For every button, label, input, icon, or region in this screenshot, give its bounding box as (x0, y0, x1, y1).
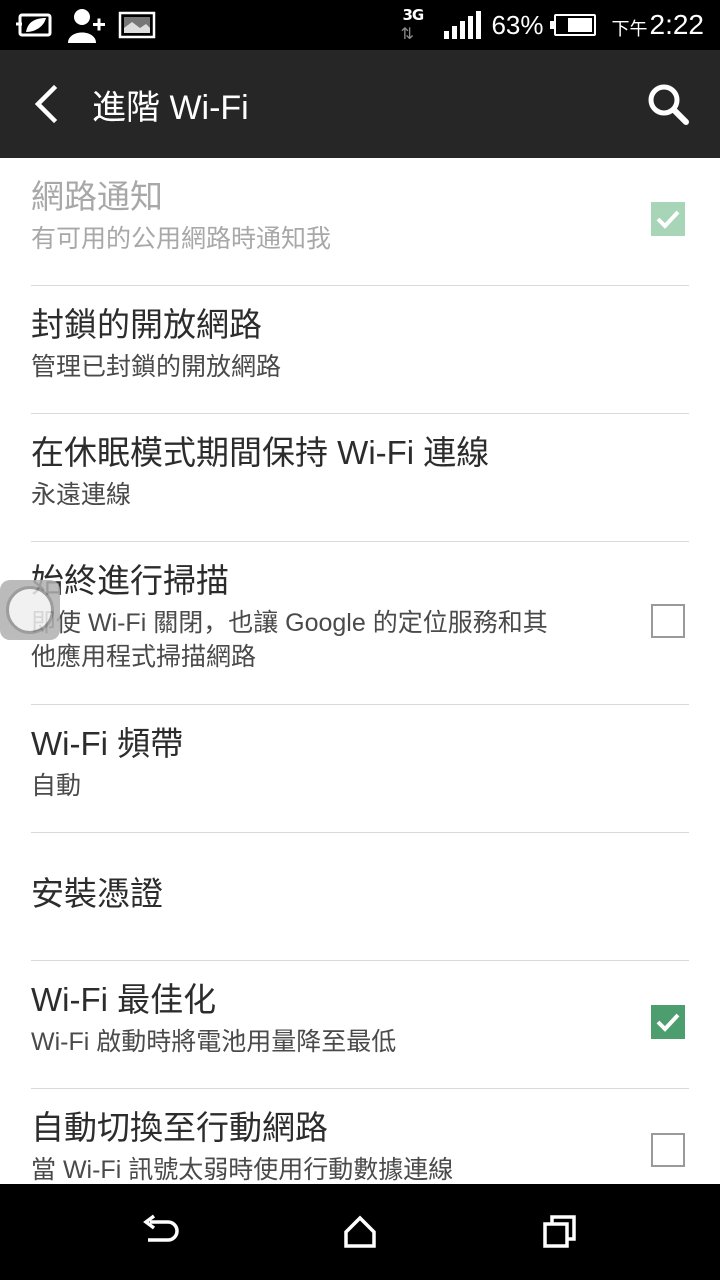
setting-keep-wifi-during-sleep[interactable]: 在休眠模式期間保持 Wi-Fi 連線 永遠連線 (31, 414, 689, 542)
setting-title: 自動切換至行動網路 (31, 1109, 328, 1146)
setting-subtitle: Wi-Fi 啟動時將電池用量降至最低 (31, 1027, 397, 1056)
home-icon[interactable] (340, 1212, 380, 1252)
network-notification-checkbox[interactable] (651, 202, 685, 236)
setting-wifi-band[interactable]: Wi-Fi 頻帶 自動 (31, 705, 689, 833)
time-ampm: 下午 (611, 19, 648, 40)
setting-subtitle: 管理已封鎖的開放網路 (31, 352, 282, 381)
system-status: 3G ⇅ 63% 下午 2:22 (400, 4, 704, 46)
settings-list: 網路通知 有可用的公用網路時通知我 封鎖的開放網路 管理已封鎖的開放網路 在休眠… (0, 158, 720, 1184)
checkmark-icon (656, 210, 680, 229)
setting-title: 在休眠模式期間保持 Wi-Fi 連線 (31, 434, 490, 471)
data-activity-icon: ⇅ (400, 24, 413, 43)
setting-title: Wi-Fi 最佳化 (31, 981, 217, 1018)
setting-title: 網路通知 (31, 178, 163, 215)
setting-subtitle: 自動 (31, 771, 82, 800)
search-icon[interactable] (646, 82, 690, 126)
setting-network-notification[interactable]: 網路通知 有可用的公用網路時通知我 (31, 158, 689, 286)
battery-icon (549, 14, 596, 36)
image-icon (118, 11, 156, 39)
leaf-card-icon (16, 13, 52, 37)
setting-install-certificates[interactable]: 安裝憑證 (31, 833, 689, 961)
setting-auto-switch-mobile[interactable]: 自動切換至行動網路 當 Wi-Fi 訊號太弱時使用行動數據連線 (31, 1089, 689, 1184)
setting-always-scanning[interactable]: 始終進行掃描 即使 Wi-Fi 關閉，也讓 Google 的定位服務和其 他應用… (31, 542, 689, 705)
setting-subtitle: 當 Wi-Fi 訊號太弱時使用行動數據連線 (31, 1155, 454, 1184)
setting-title: Wi-Fi 頻帶 (31, 725, 184, 762)
back-arrow-icon[interactable] (26, 84, 66, 124)
notification-icons (14, 8, 156, 43)
add-contact-icon (68, 9, 105, 43)
app-bar: 進階 Wi-Fi (0, 50, 720, 158)
setting-subtitle: 有可用的公用網路時通知我 (31, 224, 332, 253)
network-type: 3G (402, 6, 424, 24)
clock: 2:22 (649, 9, 705, 40)
navigation-bar (0, 1184, 720, 1280)
setting-wifi-optimization[interactable]: Wi-Fi 最佳化 Wi-Fi 啟動時將電池用量降至最低 (31, 961, 689, 1089)
setting-title: 始終進行掃描 (31, 562, 229, 599)
mobile-data-indicator: 3G ⇅ (400, 4, 434, 46)
status-bar: 3G ⇅ 63% 下午 2:22 (0, 0, 720, 50)
page-title: 進階 Wi-Fi (92, 89, 249, 127)
recent-apps-icon[interactable] (540, 1212, 580, 1252)
signal-strength-icon (444, 11, 482, 39)
auto-switch-mobile-checkbox[interactable] (651, 1133, 685, 1167)
setting-title: 封鎖的開放網路 (31, 306, 262, 343)
back-icon[interactable] (140, 1212, 180, 1252)
setting-subtitle-line2: 他應用程式掃描網路 (31, 642, 257, 671)
floating-assist-button[interactable] (0, 580, 60, 640)
always-scanning-checkbox[interactable] (651, 604, 685, 638)
setting-subtitle-line1: 即使 Wi-Fi 關閉，也讓 Google 的定位服務和其 (31, 608, 548, 637)
setting-blocked-open-networks[interactable]: 封鎖的開放網路 管理已封鎖的開放網路 (31, 286, 689, 414)
setting-title: 安裝憑證 (31, 875, 163, 912)
wifi-optimization-checkbox[interactable] (651, 1005, 685, 1039)
setting-subtitle: 永遠連線 (31, 480, 132, 509)
checkmark-icon (656, 1013, 680, 1032)
battery-percent: 63% (491, 9, 544, 40)
